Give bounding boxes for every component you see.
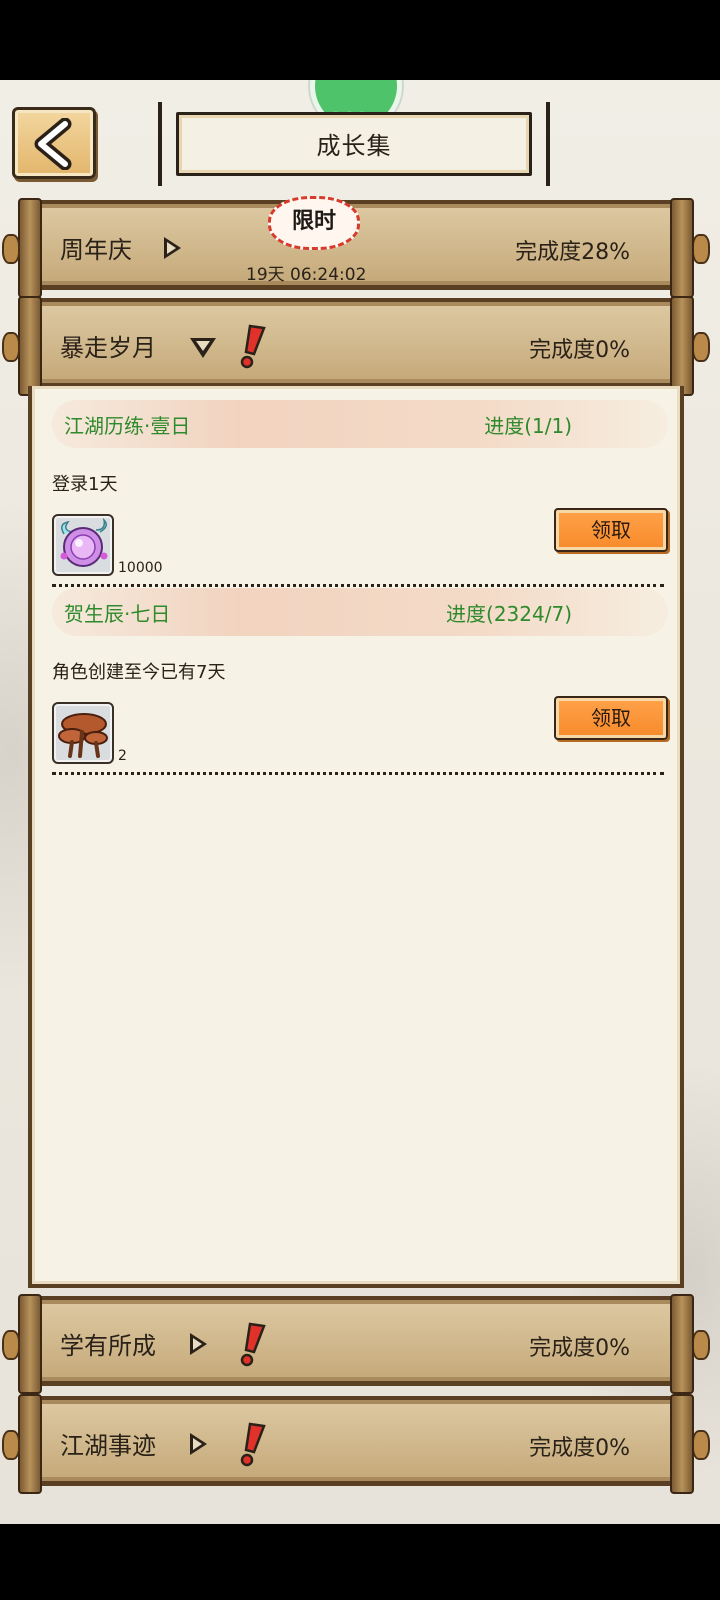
task-item: 贺生辰·七日 进度(2324/7) 角色创建至今已有7天 2 领取 xyxy=(52,588,668,778)
task-item: 江湖历练·壹日 进度(1/1) 登录1天 10000 领取 xyxy=(52,400,668,590)
play-right-icon xyxy=(164,237,181,259)
scroll-knob xyxy=(2,1330,20,1360)
section-completion: 完成度0% xyxy=(529,338,630,363)
countdown-timer: 19天 06:24:02 xyxy=(246,265,367,285)
scroll-knob xyxy=(2,332,20,362)
claim-button[interactable]: 领取 xyxy=(554,696,668,740)
task-description: 角色创建至今已有7天 xyxy=(52,662,226,683)
dotted-divider xyxy=(52,772,664,775)
scroll-knob xyxy=(692,1430,710,1460)
task-progress: 进度(2324/7) xyxy=(446,602,572,626)
exclamation-alert-icon xyxy=(240,1322,266,1367)
system-bottom-bar xyxy=(0,1524,720,1600)
reward-item-slot[interactable] xyxy=(52,702,114,764)
page-title: 成长集 xyxy=(316,132,392,160)
lingzhi-mushroom-icon xyxy=(58,713,108,758)
section-completion: 完成度0% xyxy=(529,1436,630,1461)
reward-quantity: 10000 xyxy=(118,560,163,576)
purple-orb-icon xyxy=(60,517,108,567)
game-screen: 662V 成长集 周年庆 限时 19天 06:24:02 完成度28% 暴走岁月… xyxy=(0,80,720,1524)
triangle-down-icon xyxy=(190,338,216,358)
section-completion: 完成度28% xyxy=(515,240,630,265)
limited-time-badge: 限时 xyxy=(268,196,360,250)
play-right-icon xyxy=(190,1333,207,1355)
scroll-knob xyxy=(692,332,710,362)
back-button[interactable] xyxy=(12,107,96,179)
section-completion: 完成度0% xyxy=(529,1336,630,1361)
chevron-left-icon xyxy=(34,118,72,170)
title-scroll: 成长集 xyxy=(158,102,550,186)
section-name: 周年庆 xyxy=(60,236,132,264)
reward-item-slot[interactable] xyxy=(52,514,114,576)
task-name: 江湖历练·壹日 xyxy=(64,414,191,438)
task-description: 登录1天 xyxy=(52,474,118,495)
exclamation-alert-icon xyxy=(240,324,266,369)
section-learning[interactable]: 学有所成 完成度0% xyxy=(2,1294,710,1394)
section-anniversary[interactable]: 周年庆 限时 19天 06:24:02 完成度28% xyxy=(2,196,710,298)
scroll-knob xyxy=(692,1330,710,1360)
scroll-knob xyxy=(692,234,710,264)
section-name: 学有所成 xyxy=(60,1332,156,1360)
dotted-divider xyxy=(52,584,664,587)
task-list-panel: 江湖历练·壹日 进度(1/1) 登录1天 10000 领取 贺生辰·七日 进度(… xyxy=(28,386,684,1288)
task-name: 贺生辰·七日 xyxy=(64,602,171,626)
play-right-icon xyxy=(190,1433,207,1455)
scroll-knob xyxy=(2,1430,20,1460)
task-progress: 进度(1/1) xyxy=(484,414,572,438)
exclamation-alert-icon xyxy=(240,1422,266,1467)
section-name: 江湖事迹 xyxy=(60,1432,156,1460)
reward-quantity: 2 xyxy=(118,748,127,764)
section-jianghu-deeds[interactable]: 江湖事迹 完成度0% xyxy=(2,1394,710,1494)
scroll-knob xyxy=(2,234,20,264)
section-rampage-years[interactable]: 暴走岁月 完成度0% xyxy=(2,296,710,396)
section-name: 暴走岁月 xyxy=(60,334,156,362)
claim-button[interactable]: 领取 xyxy=(554,508,668,552)
